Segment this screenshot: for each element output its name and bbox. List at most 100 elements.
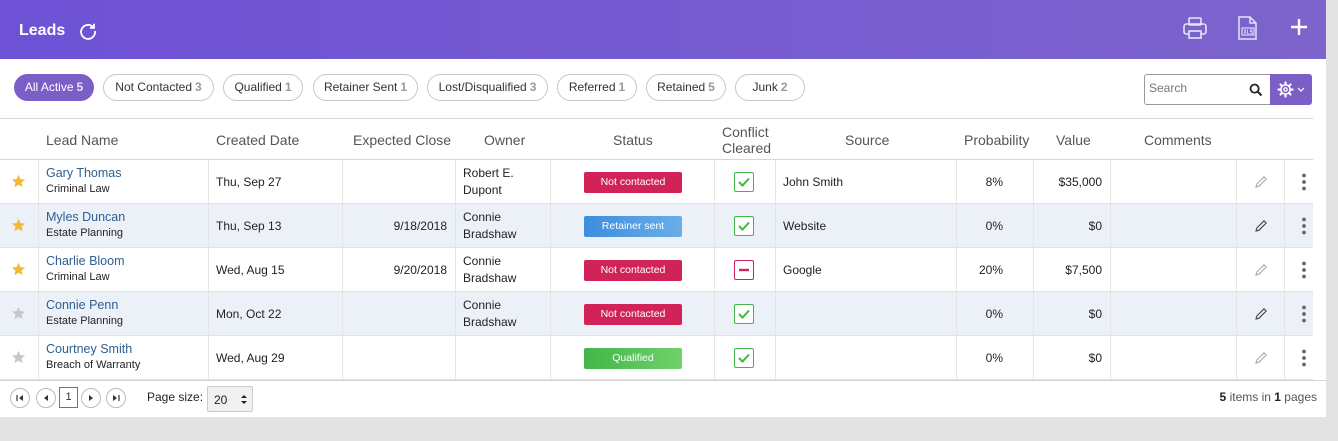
cell-divider	[38, 336, 39, 379]
leads-panel: Leads All Active 5 Not Contacted 3 Qualifi…	[0, 0, 1326, 417]
first-page-button[interactable]	[10, 388, 30, 408]
pages-label: pages	[1284, 390, 1317, 404]
lead-name-link[interactable]: Courtney Smith	[46, 342, 132, 356]
pencil-icon[interactable]	[1254, 175, 1268, 189]
export-xls-icon[interactable]	[1233, 14, 1261, 42]
pencil-icon[interactable]	[1254, 219, 1268, 233]
probability: 0%	[985, 219, 1003, 233]
filter-junk[interactable]: Junk 2	[735, 74, 805, 101]
cell-divider	[775, 292, 776, 335]
filter-label: All Active	[24, 80, 74, 94]
pencil-icon[interactable]	[1254, 263, 1268, 277]
cell-divider	[1110, 248, 1111, 291]
conflict-checkbox[interactable]	[734, 348, 754, 368]
lead-name-link[interactable]: Myles Duncan	[46, 210, 125, 224]
col-expected-close[interactable]: Expected Close	[353, 132, 451, 148]
pencil-icon[interactable]	[1254, 351, 1268, 365]
value: $0	[1088, 307, 1102, 321]
table-row[interactable]: Gary Thomas Criminal Law Thu, Sep 27 Robert…	[0, 160, 1313, 204]
lead-name-link[interactable]: Connie Penn	[46, 298, 118, 312]
plus-icon[interactable]	[1285, 14, 1313, 42]
col-status[interactable]: Status	[613, 132, 653, 148]
filter-retainer-sent[interactable]: Retainer Sent 1	[313, 74, 418, 101]
col-owner[interactable]: Owner	[484, 132, 525, 148]
filter-count: 1	[400, 80, 408, 94]
filter-label: Retained	[657, 80, 706, 94]
search-input[interactable]	[1149, 81, 1241, 95]
filter-not-contacted[interactable]: Not Contacted 3	[103, 74, 214, 101]
settings-dropdown-button[interactable]	[1270, 74, 1312, 105]
kebab-menu-icon[interactable]	[1300, 261, 1308, 279]
conflict-checkbox[interactable]	[734, 172, 754, 192]
lead-name-link[interactable]: Charlie Bloom	[46, 254, 125, 268]
filter-all-active[interactable]: All Active 5	[14, 74, 94, 101]
prev-page-button[interactable]	[36, 388, 56, 408]
created-date: Mon, Oct 22	[216, 307, 282, 321]
table-row[interactable]: Charlie Bloom Criminal Law Wed, Aug 15 9/20…	[0, 248, 1313, 292]
star-icon[interactable]	[11, 174, 26, 189]
star-icon[interactable]	[11, 350, 26, 365]
filter-count: 3	[195, 80, 202, 94]
cell-divider	[550, 160, 551, 203]
col-comments[interactable]: Comments	[1144, 132, 1212, 148]
page-title: Leads	[19, 22, 66, 39]
current-page-number[interactable]: 1	[59, 387, 78, 408]
probability: 0%	[985, 307, 1003, 321]
star-icon[interactable]	[11, 262, 26, 277]
cell-divider	[956, 160, 957, 203]
page-size-select[interactable]: 20	[207, 386, 253, 412]
col-conflict-line1[interactable]: Conflict	[722, 124, 769, 140]
pencil-icon[interactable]	[1254, 307, 1268, 321]
owner-name-line1: Robert E.	[463, 166, 514, 180]
filter-referred[interactable]: Referred 1	[557, 74, 637, 101]
cell-divider	[1110, 292, 1111, 335]
filter-count: 1	[284, 80, 292, 94]
filter-retained[interactable]: Retained 5	[646, 74, 726, 101]
filter-label: Not Contacted	[115, 80, 193, 94]
practice-area: Estate Planning	[46, 315, 124, 327]
col-lead-name[interactable]: Lead Name	[46, 132, 118, 148]
owner-name-line1: Connie	[463, 298, 502, 312]
col-created-date[interactable]: Created Date	[216, 132, 299, 148]
search-icon[interactable]	[1249, 83, 1263, 97]
conflict-checkbox[interactable]	[734, 260, 754, 280]
filter-count: 1	[618, 80, 626, 94]
filter-qualified[interactable]: Qualified 1	[223, 74, 303, 101]
practice-area: Criminal Law	[46, 271, 110, 283]
print-icon[interactable]	[1181, 14, 1209, 42]
table-row[interactable]: Myles Duncan Estate Planning Thu, Sep 13 9/…	[0, 204, 1313, 248]
table-row[interactable]: Connie Penn Estate Planning Mon, Oct 22 Con…	[0, 292, 1313, 336]
cell-divider	[38, 204, 39, 247]
kebab-menu-icon[interactable]	[1300, 217, 1308, 235]
star-icon[interactable]	[11, 306, 26, 321]
col-conflict-line2[interactable]: Cleared	[722, 140, 771, 156]
kebab-menu-icon[interactable]	[1300, 349, 1308, 367]
kebab-menu-icon[interactable]	[1300, 173, 1308, 191]
cell-divider	[714, 336, 715, 379]
last-page-button[interactable]	[106, 388, 126, 408]
created-date: Thu, Sep 13	[216, 219, 282, 233]
cell-divider	[1284, 292, 1285, 335]
star-icon[interactable]	[11, 218, 26, 233]
next-page-button[interactable]	[81, 388, 101, 408]
cell-divider	[455, 204, 456, 247]
cell-divider	[1033, 204, 1034, 247]
table-row[interactable]: Courtney Smith Breach of Warranty Wed, Aug…	[0, 336, 1313, 380]
col-probability[interactable]: Probability	[964, 132, 1029, 148]
filter-count: 5	[76, 80, 84, 94]
conflict-checkbox[interactable]	[734, 216, 754, 236]
lead-name-link[interactable]: Gary Thomas	[46, 166, 122, 180]
col-source[interactable]: Source	[845, 132, 889, 148]
cell-divider	[208, 248, 209, 291]
cell-divider	[208, 204, 209, 247]
status-badge: Not contacted	[584, 172, 682, 193]
gear-icon	[1277, 81, 1294, 98]
checkbox-checked-icon	[738, 353, 750, 363]
kebab-menu-icon[interactable]	[1300, 305, 1308, 323]
cell-divider	[956, 336, 957, 379]
conflict-checkbox[interactable]	[734, 304, 754, 324]
table-header: Lead Name Created Date Expected Close Ow…	[0, 118, 1313, 160]
refresh-icon[interactable]	[78, 21, 98, 41]
filter-lost-disqualified[interactable]: Lost/Disqualified 3	[427, 74, 548, 101]
col-value[interactable]: Value	[1056, 132, 1091, 148]
